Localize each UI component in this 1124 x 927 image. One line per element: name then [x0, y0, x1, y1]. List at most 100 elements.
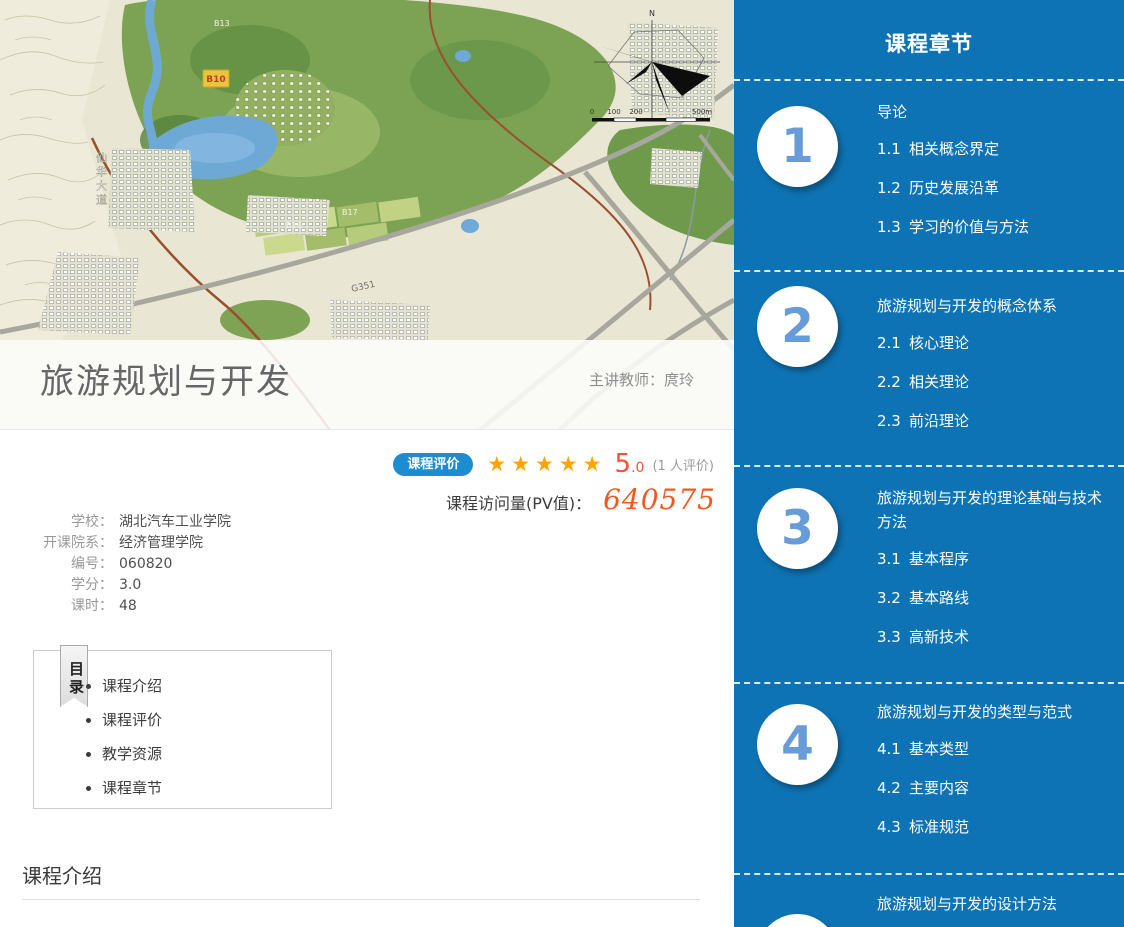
chapter-3-item-3[interactable]: 3.3高新技术	[877, 628, 1109, 647]
item-label: 相关概念界定	[909, 140, 999, 159]
star-rating-icons: ★★★★★	[487, 453, 606, 476]
chapter-1-item-3[interactable]: 1.3学习的价值与方法	[877, 218, 1109, 237]
rating-badge-button[interactable]: 课程评价	[393, 453, 473, 476]
chapter-5-number-badge: 5	[757, 914, 838, 927]
chapter-4-item-2[interactable]: 4.2主要内容	[877, 779, 1109, 798]
map-road-label-xianhua: 仙华大道	[95, 152, 108, 208]
rating-score: 5.0	[615, 449, 645, 479]
course-banner: B13 B10 B16 B17 仙华大道 G351	[0, 0, 734, 430]
item-number: 3.3	[877, 628, 909, 647]
dashed-divider	[734, 682, 1124, 684]
item-label: 主要内容	[909, 779, 969, 798]
toc-item-intro[interactable]: 课程介绍	[102, 675, 162, 696]
info-label: 课时：	[0, 596, 113, 617]
info-value: 060820	[119, 554, 172, 575]
item-number: 2.2	[877, 373, 909, 392]
info-label: 编号：	[0, 554, 113, 575]
chapter-1-number-badge: 1	[757, 106, 838, 187]
toc-list: 课程介绍 课程评价 教学资源 课程章节	[102, 675, 162, 811]
compass-north-label: N	[649, 9, 655, 18]
svg-text:0: 0	[590, 108, 594, 116]
toc-ribbon: 目录	[60, 645, 88, 707]
item-number: 2.3	[877, 412, 909, 431]
item-label: 基本程序	[909, 550, 969, 569]
chapter-3-title[interactable]: 旅游规划与开发的理论基础与技术方法	[877, 486, 1109, 534]
info-value: 3.0	[119, 575, 141, 596]
info-row-credits: 学分： 3.0	[0, 575, 340, 596]
chapter-1: 1 导论 1.1相关概念界定 1.2历史发展沿革 1.3学习的价值与方法	[734, 100, 1124, 257]
info-value: 湖北汽车工业学院	[119, 512, 231, 533]
item-label: 标准规范	[909, 818, 969, 837]
chapter-2-title[interactable]: 旅游规划与开发的概念体系	[877, 294, 1109, 318]
chapter-4-item-1[interactable]: 4.1基本类型	[877, 740, 1109, 759]
info-value: 经济管理学院	[119, 533, 203, 554]
chapter-1-title[interactable]: 导论	[877, 100, 1109, 124]
rating-count: (1 人评价)	[652, 455, 714, 474]
chapter-4-number-badge: 4	[757, 704, 838, 785]
toc-item-resources[interactable]: 教学资源	[102, 743, 162, 764]
item-number: 1.3	[877, 218, 909, 237]
chapters-sidebar: 课程章节 1 导论 1.1相关概念界定 1.2历史发展沿革 1.3学习的价值与方…	[734, 0, 1124, 927]
chapter-3-item-2[interactable]: 3.2基本路线	[877, 589, 1109, 608]
info-row-school: 学校： 湖北汽车工业学院	[0, 512, 340, 533]
map-label-b13: B13	[214, 19, 230, 28]
info-label: 学校：	[0, 512, 113, 533]
map-label-b16: B16	[286, 221, 302, 230]
toc-item-rating[interactable]: 课程评价	[102, 709, 162, 730]
item-label: 核心理论	[909, 334, 969, 353]
item-number: 4.1	[877, 740, 909, 759]
chapter-5: 5 旅游规划与开发的设计方法	[734, 892, 1124, 927]
map-label-b10: B10	[206, 75, 225, 85]
main-content: B13 B10 B16 B17 仙华大道 G351	[0, 0, 734, 927]
chapter-4-item-3[interactable]: 4.3标准规范	[877, 818, 1109, 837]
chapter-2-item-1[interactable]: 2.1核心理论	[877, 334, 1109, 353]
item-label: 基本类型	[909, 740, 969, 759]
info-row-hours: 课时： 48	[0, 596, 340, 617]
dashed-divider	[734, 270, 1124, 272]
chapter-4-title[interactable]: 旅游规划与开发的类型与范式	[877, 700, 1109, 724]
info-row-department: 开课院系： 经济管理学院	[0, 533, 340, 554]
chapter-3: 3 旅游规划与开发的理论基础与技术方法 3.1基本程序 3.2基本路线 3.3高…	[734, 486, 1124, 667]
svg-text:100: 100	[607, 108, 620, 116]
page-view-label: 课程访问量(PV值)：	[446, 490, 591, 514]
item-label: 相关理论	[909, 373, 969, 392]
chapter-3-item-1[interactable]: 3.1基本程序	[877, 550, 1109, 569]
banner-title-overlay: 旅游规划与开发 主讲教师：庹玲	[0, 340, 734, 429]
svg-text:200: 200	[629, 108, 642, 116]
section-divider	[22, 899, 700, 900]
toc-box: 目录 课程介绍 课程评价 教学资源 课程章节	[33, 650, 332, 809]
item-label: 基本路线	[909, 589, 969, 608]
course-title: 旅游规划与开发	[40, 354, 292, 403]
toc-item-chapters[interactable]: 课程章节	[102, 777, 162, 798]
item-number: 3.1	[877, 550, 909, 569]
course-info-list: 学校： 湖北汽车工业学院 开课院系： 经济管理学院 编号： 060820 学分：…	[0, 512, 340, 617]
rating-score-main: 5	[615, 449, 632, 479]
chapter-2-number-badge: 2	[757, 286, 838, 367]
course-teacher: 主讲教师：庹玲	[589, 369, 694, 390]
chapter-2: 2 旅游规划与开发的概念体系 2.1核心理论 2.2相关理论 2.3前沿理论	[734, 294, 1124, 451]
chapter-1-item-1[interactable]: 1.1相关概念界定	[877, 140, 1109, 159]
item-number: 1.2	[877, 179, 909, 198]
svg-text:500m: 500m	[692, 108, 712, 116]
info-value: 48	[119, 596, 137, 617]
item-number: 1.1	[877, 140, 909, 159]
page-view-value: 640575	[603, 483, 716, 516]
info-label: 学分：	[0, 575, 113, 596]
chapter-2-item-3[interactable]: 2.3前沿理论	[877, 412, 1109, 431]
item-label: 高新技术	[909, 628, 969, 647]
info-label: 开课院系：	[0, 533, 113, 554]
chapter-1-item-2[interactable]: 1.2历史发展沿革	[877, 179, 1109, 198]
chapter-2-item-2[interactable]: 2.2相关理论	[877, 373, 1109, 392]
item-number: 4.2	[877, 779, 909, 798]
item-number: 2.1	[877, 334, 909, 353]
dashed-divider	[734, 465, 1124, 467]
dashed-divider	[734, 79, 1124, 81]
item-label: 前沿理论	[909, 412, 969, 431]
item-number: 4.3	[877, 818, 909, 837]
chapter-5-title[interactable]: 旅游规划与开发的设计方法	[877, 892, 1109, 916]
sidebar-header: 课程章节	[734, 28, 1124, 58]
rating-score-decimal: .0	[631, 460, 644, 476]
dashed-divider	[734, 873, 1124, 875]
rating-row: 课程评价 ★★★★★ 5.0 (1 人评价)	[393, 449, 714, 479]
page-view-row: 课程访问量(PV值)： 640575	[446, 483, 716, 516]
